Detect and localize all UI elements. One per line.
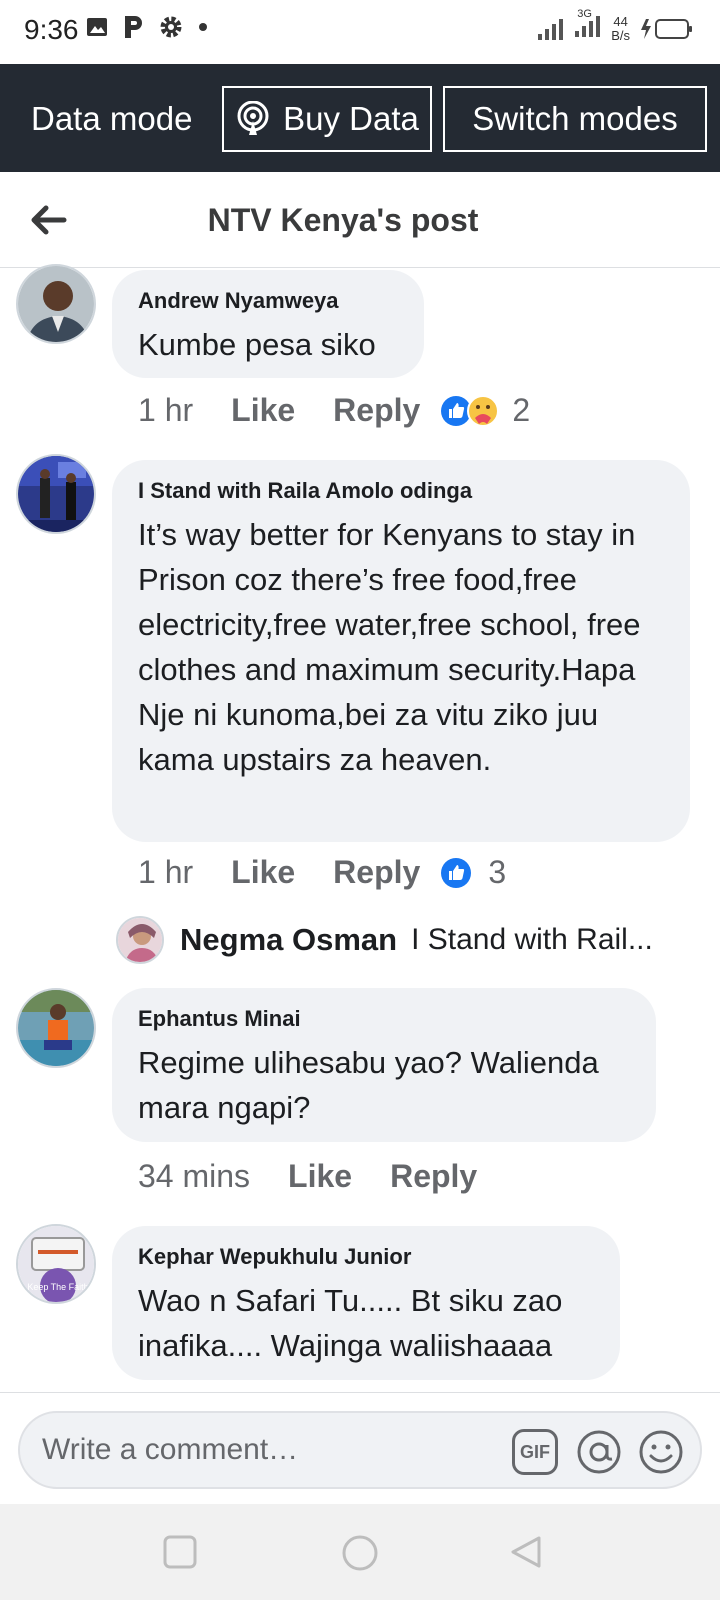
status-notification-icons (86, 14, 208, 40)
comment-time: 1 hr (138, 854, 194, 890)
network-type-label: 3G (577, 8, 592, 20)
reply-snippet[interactable]: I Stand with Rail... (411, 923, 653, 957)
reply-button[interactable]: Reply (333, 392, 420, 429)
reply-button[interactable]: Reply (333, 854, 420, 891)
comment-bubble[interactable]: I Stand with Raila Amolo odinga It’s way… (112, 460, 690, 842)
mention-icon[interactable] (576, 1429, 622, 1475)
gif-button[interactable]: GIF (512, 1429, 558, 1475)
comment-author[interactable]: Kephar Wepukhulu Junior (138, 1244, 594, 1270)
avatar (116, 916, 164, 964)
avatar[interactable]: Keep The Faith (16, 1224, 96, 1304)
care-reaction-icon (467, 394, 500, 427)
post-header: NTV Kenya's post (0, 172, 720, 268)
comment-bubble[interactable]: Andrew Nyamweya Kumbe pesa siko (112, 270, 424, 378)
comment-actions: 34 mins Like Reply (138, 1158, 477, 1195)
page-title: NTV Kenya's post (207, 202, 479, 238)
reaction-count[interactable]: 3 (488, 854, 506, 891)
home-icon[interactable] (341, 1534, 379, 1572)
battery-charging-icon (641, 18, 692, 39)
reply-preview[interactable]: Negma Osman I Stand with Rail... (116, 916, 706, 964)
gallery-icon (87, 18, 107, 36)
buy-data-label: Buy Data (283, 100, 419, 137)
avatar[interactable] (16, 264, 96, 344)
speed-value: 44 (613, 13, 628, 29)
status-system-icons: 3G 44 B/s (537, 8, 694, 43)
reactions[interactable] (440, 857, 472, 889)
comment-actions: 1 hr Like Reply 3 (138, 854, 506, 891)
avatar[interactable] (16, 988, 96, 1068)
comment-text: Kumbe pesa siko (138, 327, 376, 362)
data-mode-label: Data mode (31, 100, 193, 137)
comment-author[interactable]: Andrew Nyamweya (138, 288, 398, 314)
comment-author[interactable]: I Stand with Raila Amolo odinga (138, 478, 664, 504)
comment-bubble[interactable]: Ephantus Minai Regime ulihesabu yao? Wal… (112, 988, 656, 1142)
comment-text: Regime ulihesabu yao? Walienda mara ngap… (138, 1045, 599, 1125)
dot-icon (199, 23, 207, 31)
back-nav-icon[interactable] (508, 1534, 544, 1570)
broadcast-icon (237, 101, 269, 135)
avatar[interactable] (16, 454, 96, 534)
reaction-count[interactable]: 2 (512, 392, 530, 429)
comment-actions: 1 hr Like Reply 2 (138, 392, 530, 429)
signal-icon (538, 18, 564, 40)
comment-time: 34 mins (138, 1158, 251, 1194)
emoji-icon[interactable] (638, 1429, 684, 1475)
avatar-keep-faith-text: Keep The Faith (27, 1282, 88, 1292)
data-mode-bar: Data mode Buy Data Switch modes (0, 64, 720, 172)
comment-text: It’s way better for Kenyans to stay in P… (138, 517, 641, 777)
like-button[interactable]: Like (231, 392, 295, 429)
settings-gear-icon (160, 16, 182, 38)
network-speed: 44 B/s (611, 13, 630, 43)
comment-placeholder: Write a comment… (42, 1433, 299, 1466)
like-button[interactable]: Like (231, 854, 295, 891)
switch-modes-button[interactable]: Switch modes (443, 86, 707, 152)
comment-text: Wao n Safari Tu..... Bt siku zao inafika… (138, 1283, 563, 1363)
reply-button[interactable]: Reply (390, 1158, 477, 1195)
speed-unit: B/s (611, 27, 630, 43)
comment-composer: Write a comment… GIF (0, 1392, 720, 1504)
status-time: 9:36 (24, 14, 79, 45)
p-icon (125, 16, 142, 38)
comment-bubble[interactable]: Kephar Wepukhulu Junior Wao n Safari Tu.… (112, 1226, 620, 1380)
reactions[interactable] (440, 394, 500, 428)
gif-icon: GIF (520, 1441, 550, 1462)
system-nav-bar (0, 1504, 720, 1600)
buy-data-button[interactable]: Buy Data (222, 86, 432, 152)
comment-input[interactable]: Write a comment… GIF (18, 1411, 702, 1489)
status-bar: 9:36 3G 44 B/s (0, 0, 720, 64)
recent-apps-icon[interactable] (162, 1534, 198, 1570)
like-reaction-icon (441, 857, 472, 888)
switch-modes-label: Switch modes (472, 100, 678, 137)
comment-author[interactable]: Ephantus Minai (138, 1006, 630, 1032)
like-button[interactable]: Like (288, 1158, 352, 1195)
reply-author[interactable]: Negma Osman (180, 922, 397, 958)
comment-time: 1 hr (138, 392, 194, 428)
